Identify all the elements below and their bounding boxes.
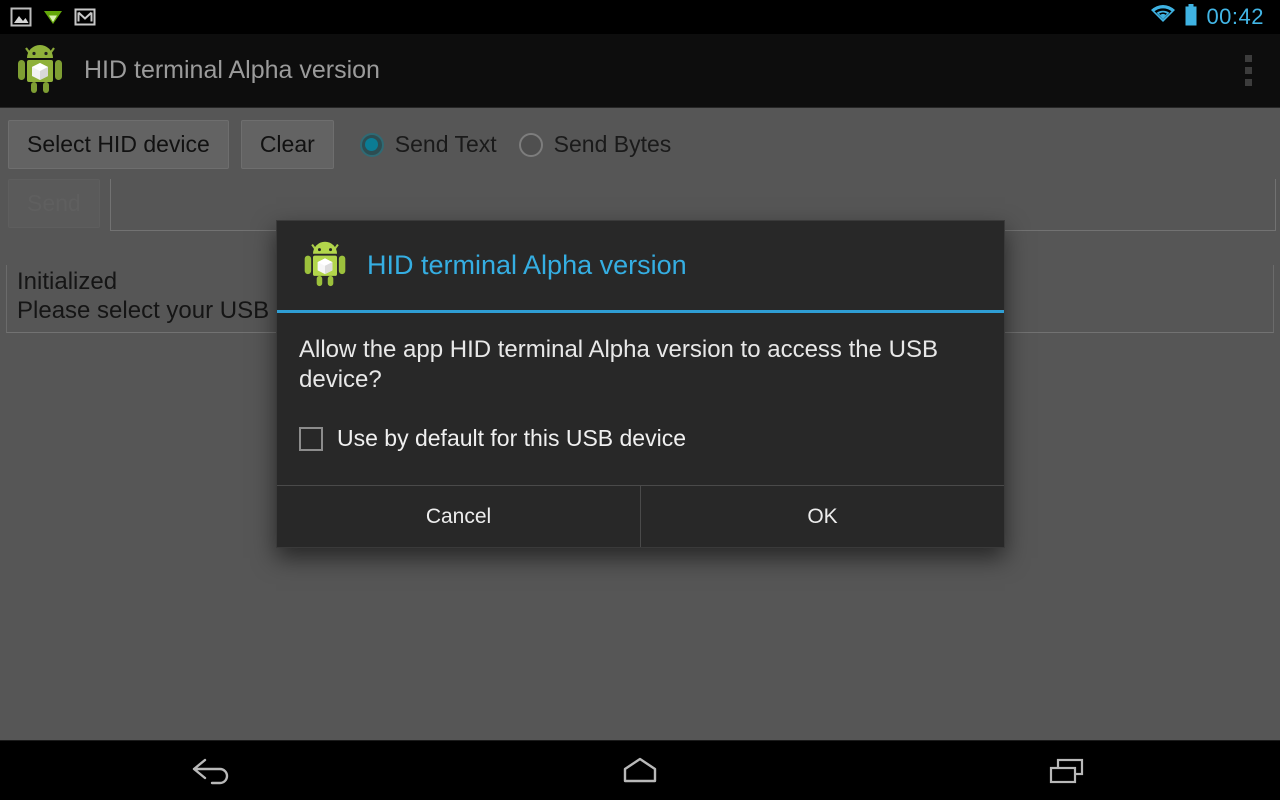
- use-by-default-checkbox-row[interactable]: Use by default for this USB device: [299, 425, 982, 452]
- download-arrow-icon: [42, 7, 64, 27]
- overflow-menu-icon[interactable]: [1242, 50, 1254, 92]
- status-bar-clock: 00:42: [1206, 4, 1264, 29]
- app-bar: HID terminal Alpha version: [0, 34, 1280, 108]
- nav-home-button[interactable]: [565, 741, 715, 800]
- gmail-icon: [74, 7, 96, 27]
- use-by-default-label: Use by default for this USB device: [337, 425, 686, 451]
- dialog-title: HID terminal Alpha version: [367, 250, 687, 280]
- usb-permission-dialog: HID terminal Alpha version Allow the app…: [276, 220, 1005, 548]
- dialog-header: HID terminal Alpha version: [277, 221, 1004, 313]
- battery-icon: [1184, 3, 1198, 31]
- status-bar-notifications: [10, 7, 96, 27]
- device-screen: 00:42 HID terminal Alpha version Select …: [0, 0, 1280, 800]
- dialog-buttons: Cancel OK: [277, 485, 1004, 547]
- status-bar-system-icons: 00:42: [1150, 3, 1270, 31]
- use-by-default-checkbox[interactable]: [299, 426, 323, 451]
- dialog-body: Allow the app HID terminal Alpha version…: [277, 313, 1004, 485]
- navigation-bar: [0, 740, 1280, 800]
- cancel-button[interactable]: Cancel: [277, 486, 640, 547]
- android-app-icon: [301, 237, 349, 294]
- ok-button[interactable]: OK: [640, 486, 1004, 547]
- dialog-message: Allow the app HID terminal Alpha version…: [299, 336, 938, 393]
- nav-recents-button[interactable]: [992, 741, 1142, 800]
- nav-back-button[interactable]: [138, 741, 288, 800]
- android-app-icon: [14, 40, 66, 101]
- wifi-icon: [1150, 4, 1176, 30]
- gallery-image-icon: [10, 7, 32, 27]
- page-title: HID terminal Alpha version: [84, 56, 380, 84]
- status-bar: 00:42: [0, 0, 1280, 34]
